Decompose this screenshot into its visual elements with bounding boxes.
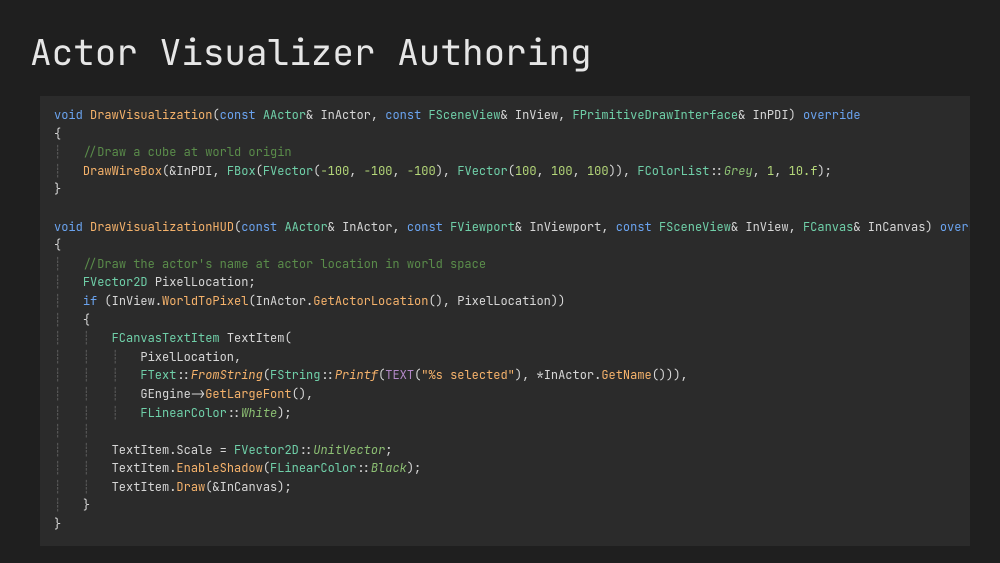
slide: Actor Visualizer Authoring void DrawVisu… — [0, 0, 1000, 563]
comment: //Draw a cube at world origin — [83, 144, 292, 160]
slide-subtitle: Easily author visualizers on a per-actor… — [0, 546, 1000, 563]
function-name: DrawVisualizationHUD — [90, 219, 234, 235]
function-name: DrawVisualization — [90, 107, 212, 123]
code-block: void DrawVisualization(const AActor& InA… — [40, 96, 970, 546]
slide-title: Actor Visualizer Authoring — [0, 0, 1000, 90]
keyword-void: void — [54, 107, 83, 123]
comment: //Draw the actor's name at actor locatio… — [83, 256, 486, 272]
brace-close: } — [54, 181, 61, 197]
brace-open: { — [54, 126, 61, 142]
indent-guide: ┊ — [54, 144, 83, 160]
